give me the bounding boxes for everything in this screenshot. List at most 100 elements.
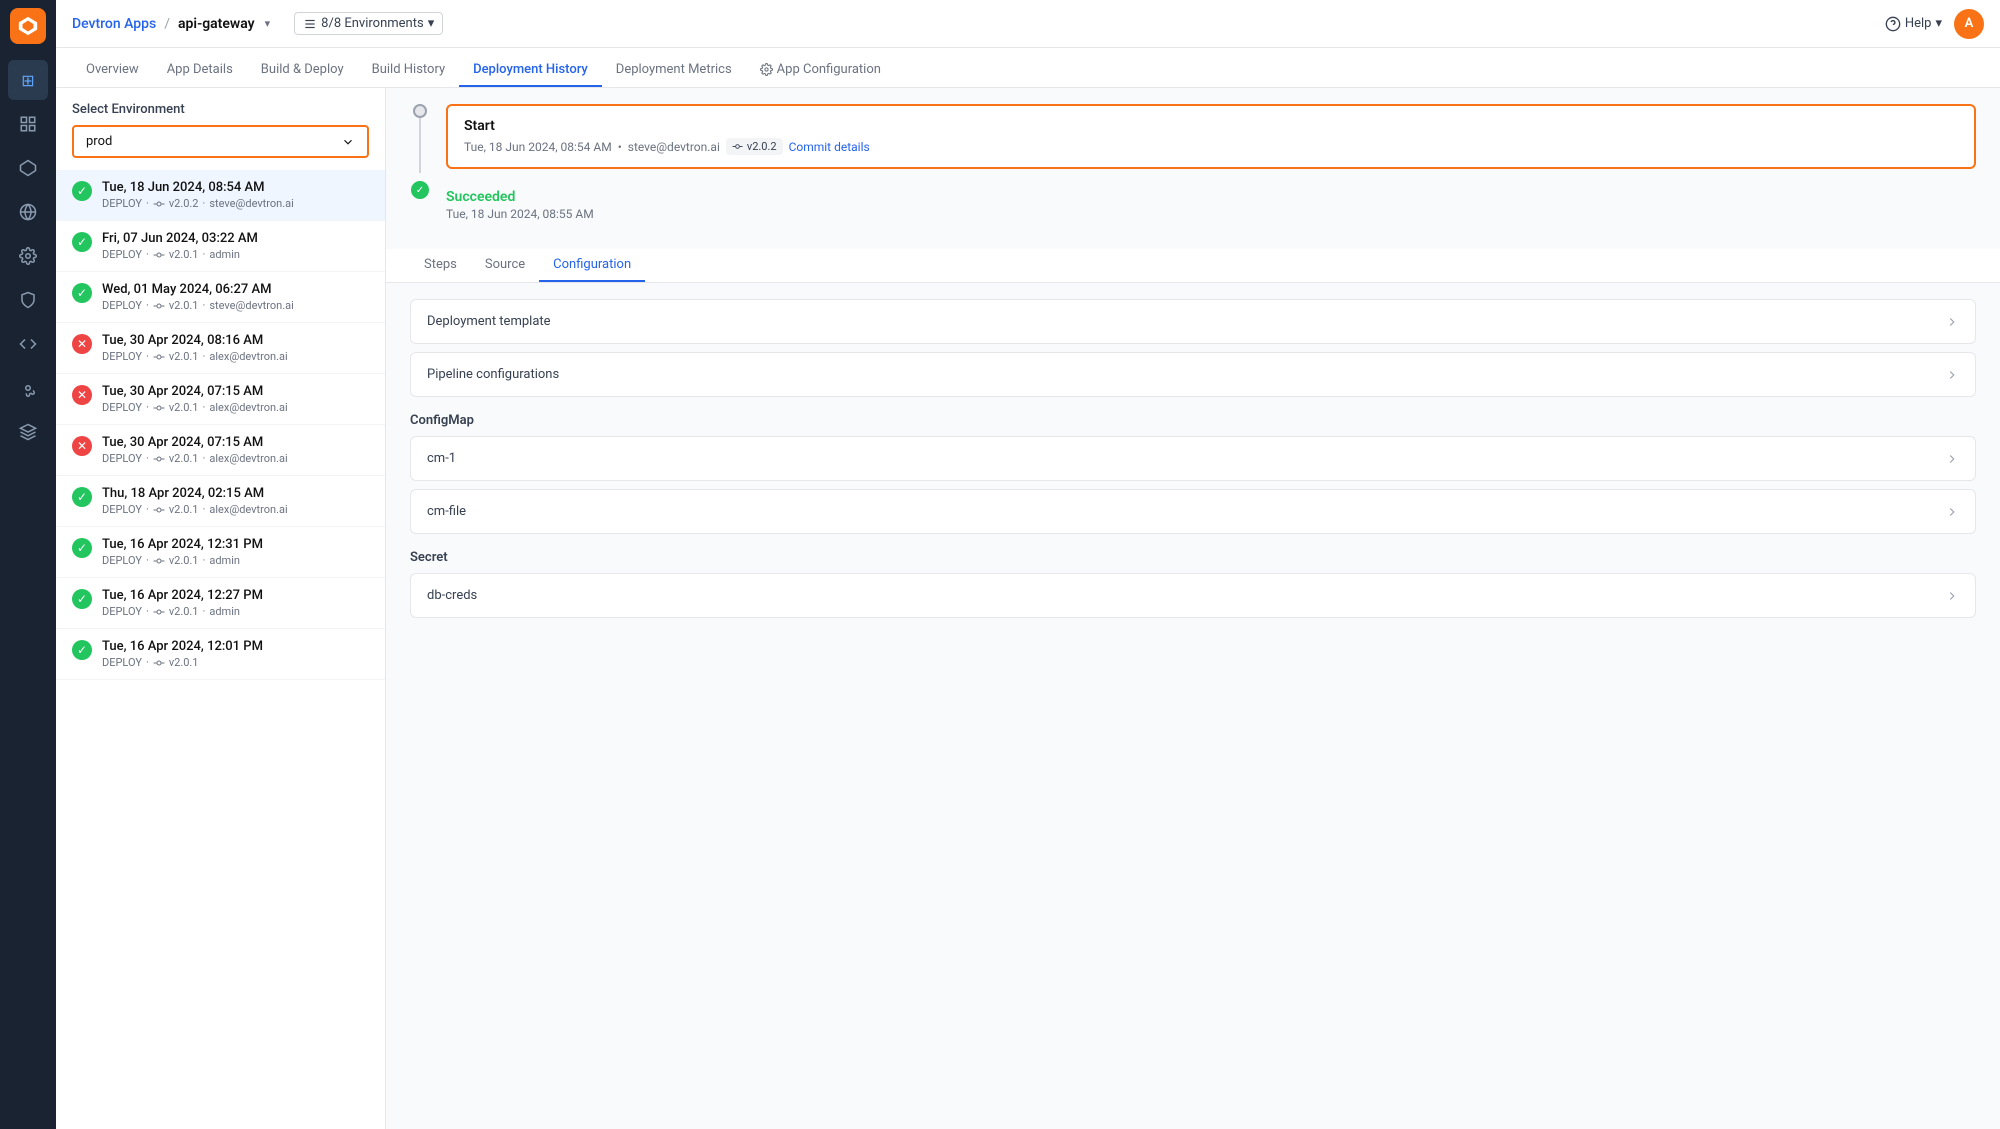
deploy-status-success-icon: ✓: [72, 283, 92, 303]
timeline-line: [419, 118, 421, 173]
db-creds-label: db-creds: [427, 588, 477, 603]
deploy-type: DEPLOY: [102, 197, 142, 210]
env-badge[interactable]: 8/8 Environments ▾: [294, 12, 443, 35]
deploy-user: steve@devtron.ai: [209, 197, 293, 210]
deploy-type: DEPLOY: [102, 503, 142, 516]
deploy-item[interactable]: ✕ Tue, 30 Apr 2024, 08:16 AM DEPLOY · v2…: [56, 323, 385, 374]
deploy-item[interactable]: ✓ Tue, 16 Apr 2024, 12:27 PM DEPLOY · v2…: [56, 578, 385, 629]
deploy-info: Tue, 30 Apr 2024, 07:15 AM DEPLOY · v2.0…: [102, 384, 369, 414]
start-version: v2.0.2: [747, 140, 777, 153]
deploy-item[interactable]: ✓ Tue, 18 Jun 2024, 08:54 AM DEPLOY · v2…: [56, 170, 385, 221]
topbar: Devtron Apps / api-gateway ▾ 8/8 Environ…: [56, 0, 2000, 48]
configmap-section-title: ConfigMap: [410, 413, 1976, 428]
tab-app-details[interactable]: App Details: [153, 54, 247, 87]
config-row-db-creds[interactable]: db-creds: [410, 573, 1976, 618]
env-select[interactable]: prod: [72, 125, 369, 158]
commit-small-icon: [732, 141, 743, 152]
left-panel: Select Environment prod ✓ Tue, 18 Jun 20…: [56, 88, 386, 1129]
sidebar-icon-apps[interactable]: ⊞: [8, 60, 48, 100]
config-row-cm-file[interactable]: cm-file: [410, 489, 1976, 534]
sidebar-icon-charts[interactable]: [8, 104, 48, 144]
commit-icon: [153, 249, 165, 261]
tab-overview[interactable]: Overview: [72, 54, 153, 87]
deploy-type: DEPLOY: [102, 452, 142, 465]
commit-badge: v2.0.2: [726, 138, 783, 155]
tab-build-deploy[interactable]: Build & Deploy: [247, 54, 358, 87]
deploy-meta: DEPLOY · v2.0.1 · alex@devtron.ai: [102, 452, 369, 465]
sub-tabs: Steps Source Configuration: [386, 249, 2000, 283]
deploy-version: v2.0.1: [169, 401, 199, 414]
deploy-type: DEPLOY: [102, 248, 142, 261]
deploy-meta: DEPLOY · v2.0.1 · admin: [102, 248, 369, 261]
breadcrumb-separator: /: [164, 16, 170, 32]
sidebar-icon-config[interactable]: [8, 236, 48, 276]
help-button[interactable]: Help ▾: [1885, 16, 1942, 32]
deploy-info: Tue, 16 Apr 2024, 12:27 PM DEPLOY · v2.0…: [102, 588, 369, 618]
deploy-date: Tue, 30 Apr 2024, 07:15 AM: [102, 384, 369, 399]
nav-tabs: Overview App Details Build & Deploy Buil…: [56, 48, 2000, 88]
deploy-date: Thu, 18 Apr 2024, 02:15 AM: [102, 486, 369, 501]
commit-icon: [153, 300, 165, 312]
sub-tab-source[interactable]: Source: [471, 249, 539, 282]
user-avatar[interactable]: A: [1954, 9, 1984, 39]
cm-file-label: cm-file: [427, 504, 466, 519]
commit-icon: [153, 606, 165, 618]
tab-app-configuration[interactable]: App Configuration: [746, 54, 895, 87]
app-dropdown-icon[interactable]: ▾: [265, 17, 271, 30]
sidebar-icon-security[interactable]: [8, 192, 48, 232]
deploy-info: Thu, 18 Apr 2024, 02:15 AM DEPLOY · v2.0…: [102, 486, 369, 516]
breadcrumb-app[interactable]: Devtron Apps: [72, 16, 156, 32]
env-select-wrapper: prod: [56, 125, 385, 170]
deploy-user: admin: [209, 248, 240, 261]
deploy-status-success-icon: ✓: [72, 181, 92, 201]
sidebar-icon-stack[interactable]: [8, 412, 48, 452]
tab-build-history[interactable]: Build History: [358, 54, 460, 87]
succeeded-date: Tue, 18 Jun 2024, 08:55 AM: [446, 207, 1976, 221]
deploy-item[interactable]: ✓ Thu, 18 Apr 2024, 02:15 AM DEPLOY · v2…: [56, 476, 385, 527]
sidebar-icon-environments[interactable]: [8, 148, 48, 188]
chevron-right-icon: [1945, 589, 1959, 603]
deploy-item[interactable]: ✓ Tue, 16 Apr 2024, 12:01 PM DEPLOY · v2…: [56, 629, 385, 680]
deploy-meta: DEPLOY · v2.0.1 · alex@devtron.ai: [102, 503, 369, 516]
start-bullet: •: [618, 140, 622, 154]
deploy-date: Tue, 16 Apr 2024, 12:01 PM: [102, 639, 369, 654]
deploy-user: alex@devtron.ai: [209, 503, 287, 516]
tab-deployment-metrics[interactable]: Deployment Metrics: [602, 54, 746, 87]
chevron-right-icon: [1945, 315, 1959, 329]
deploy-status-failed-icon: ✕: [72, 334, 92, 354]
deploy-info: Tue, 18 Jun 2024, 08:54 AM DEPLOY · v2.0…: [102, 180, 369, 210]
app-logo[interactable]: [10, 8, 46, 44]
deploy-type: DEPLOY: [102, 401, 142, 414]
sub-tab-steps[interactable]: Steps: [410, 249, 471, 282]
deploy-item[interactable]: ✓ Tue, 16 Apr 2024, 12:31 PM DEPLOY · v2…: [56, 527, 385, 578]
breadcrumb-current-app: api-gateway: [178, 16, 255, 32]
app-config-icon: [760, 63, 773, 76]
deploy-user: alex@devtron.ai: [209, 350, 287, 363]
deploy-item[interactable]: ✕ Tue, 30 Apr 2024, 07:15 AM DEPLOY · v2…: [56, 425, 385, 476]
sidebar-icon-shield[interactable]: [8, 280, 48, 320]
config-row-cm1[interactable]: cm-1: [410, 436, 1976, 481]
deploy-item[interactable]: ✓ Wed, 01 May 2024, 06:27 AM DEPLOY · v2…: [56, 272, 385, 323]
commit-details-link[interactable]: Commit details: [789, 140, 870, 154]
deploy-info: Tue, 16 Apr 2024, 12:31 PM DEPLOY · v2.0…: [102, 537, 369, 567]
deploy-version: v2.0.1: [169, 452, 199, 465]
deploy-item[interactable]: ✓ Fri, 07 Jun 2024, 03:22 AM DEPLOY · v2…: [56, 221, 385, 272]
deploy-date: Tue, 30 Apr 2024, 08:16 AM: [102, 333, 369, 348]
config-row-pipeline-configurations[interactable]: Pipeline configurations: [410, 352, 1976, 397]
config-row-deployment-template[interactable]: Deployment template: [410, 299, 1976, 344]
sub-tab-configuration[interactable]: Configuration: [539, 249, 645, 282]
help-label: Help: [1905, 16, 1932, 31]
sidebar-icon-settings[interactable]: [8, 368, 48, 408]
deploy-type: DEPLOY: [102, 299, 142, 312]
start-card: Start Tue, 18 Jun 2024, 08:54 AM • steve…: [446, 104, 1976, 169]
right-panel: Start Tue, 18 Jun 2024, 08:54 AM • steve…: [386, 88, 2000, 1129]
sidebar-icon-code[interactable]: [8, 324, 48, 364]
timeline-start-item: Start Tue, 18 Jun 2024, 08:54 AM • steve…: [410, 104, 1976, 173]
env-count-label: 8/8 Environments: [321, 16, 424, 31]
commit-icon: [153, 453, 165, 465]
succeeded-title: Succeeded: [446, 189, 1976, 205]
deploy-version: v2.0.1: [169, 299, 199, 312]
deploy-item[interactable]: ✕ Tue, 30 Apr 2024, 07:15 AM DEPLOY · v2…: [56, 374, 385, 425]
tab-deployment-history[interactable]: Deployment History: [459, 54, 602, 87]
env-select-label: Select Environment: [56, 88, 385, 125]
